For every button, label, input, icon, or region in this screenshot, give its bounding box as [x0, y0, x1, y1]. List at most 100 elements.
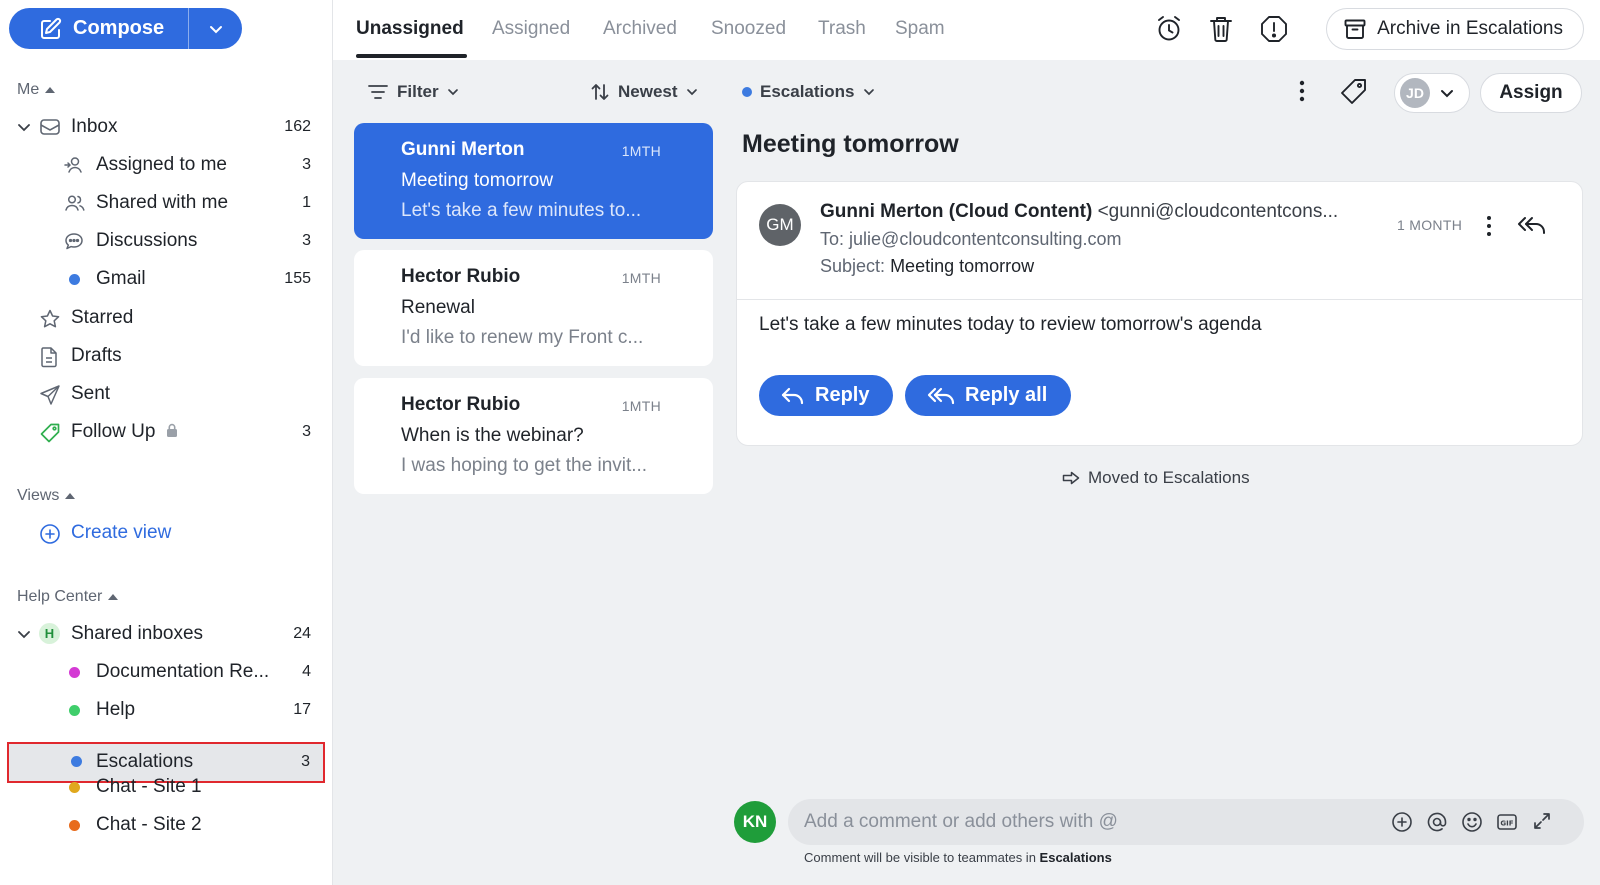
reply-all-icon[interactable] — [1517, 213, 1547, 239]
item-count: 3 — [302, 232, 311, 249]
sort-button[interactable]: Newest — [590, 82, 698, 102]
inbox-color-dot — [69, 274, 80, 285]
conversation-card[interactable]: Hector Rubio 1MTH Renewal I'd like to re… — [354, 250, 713, 366]
tag-icon[interactable] — [1339, 76, 1369, 106]
sidebar-item-chat-site-1[interactable]: Chat - Site 1 — [0, 769, 333, 805]
sidebar-item-gmail[interactable]: Gmail 155 — [0, 261, 333, 297]
more-vertical-icon[interactable] — [1291, 76, 1313, 106]
sidebar-item-starred[interactable]: Starred — [0, 300, 333, 336]
chevron-down-icon[interactable] — [17, 627, 31, 641]
activity-text: Moved to Escalations — [1088, 468, 1250, 487]
sidebar-item-follow-up[interactable]: Follow Up 3 — [0, 414, 333, 450]
chat-bubble-icon — [64, 231, 84, 251]
compose-dropdown-button[interactable] — [189, 8, 242, 49]
section-views-toggle[interactable]: Views — [17, 487, 76, 505]
sidebar-item-discussions[interactable]: Discussions 3 — [0, 223, 333, 259]
chevron-down-icon — [208, 21, 224, 37]
reply-label: Reply — [815, 384, 870, 406]
compose-button-group: Compose — [9, 8, 242, 49]
inbox-icon — [39, 117, 61, 137]
filter-button[interactable]: Filter — [367, 82, 459, 102]
sidebar-item-label: Sent — [71, 383, 111, 404]
card-time: 1MTH — [621, 143, 661, 159]
card-sender: Hector Rubio — [401, 266, 521, 287]
sidebar-item-chat-site-2[interactable]: Chat - Site 2 — [0, 807, 333, 843]
tab-unassigned[interactable]: Unassigned — [356, 18, 464, 40]
card-time: 1MTH — [621, 270, 661, 286]
spam-warning-icon[interactable] — [1259, 14, 1289, 44]
inbox-color-dot — [742, 87, 752, 97]
sort-arrows-icon — [590, 82, 610, 102]
send-icon — [39, 384, 61, 406]
card-preview: Let's take a few minutes to... — [401, 200, 642, 221]
chevron-down-icon — [1440, 86, 1454, 100]
inbox-color-dot — [69, 782, 80, 793]
mention-at-icon[interactable] — [1426, 811, 1448, 833]
gif-icon[interactable]: GIF — [1496, 811, 1518, 833]
message-to: To: julie@cloudcontentconsulting.com — [820, 229, 1121, 250]
move-arrow-icon — [1062, 471, 1080, 485]
reply-icon — [781, 385, 805, 407]
sidebar-item-help[interactable]: Help 17 — [0, 692, 333, 728]
section-views-label: Views — [17, 487, 60, 504]
expand-icon[interactable] — [1532, 811, 1552, 831]
assignee-dropdown[interactable]: JD — [1394, 73, 1470, 113]
sidebar-item-label: Documentation Re... — [96, 661, 270, 682]
assign-button[interactable]: Assign — [1480, 73, 1582, 113]
create-view-label: Create view — [71, 522, 172, 543]
tab-assigned[interactable]: Assigned — [492, 18, 570, 40]
item-count: 17 — [293, 701, 311, 718]
section-me-toggle[interactable]: Me — [17, 81, 56, 99]
reply-all-label: Reply all — [965, 384, 1048, 406]
sidebar-item-documentation-requests[interactable]: Documentation Re... 4 — [0, 654, 333, 690]
card-subject: Meeting tomorrow — [401, 170, 554, 191]
tab-trash[interactable]: Trash — [818, 18, 866, 40]
sidebar-item-drafts[interactable]: Drafts — [0, 338, 333, 374]
comment-input[interactable] — [804, 799, 1364, 845]
tab-snoozed[interactable]: Snoozed — [711, 18, 786, 40]
trash-icon[interactable] — [1207, 14, 1235, 44]
conversation-card[interactable]: Hector Rubio 1MTH When is the webinar? I… — [354, 378, 713, 494]
sidebar: Compose Me Inbox 162 Assigned to me 3 Sh… — [0, 0, 333, 885]
sidebar-item-shared-inboxes[interactable]: H Shared inboxes 24 — [0, 616, 333, 652]
sort-label: Newest — [618, 82, 678, 101]
reply-all-button[interactable]: Reply all — [905, 375, 1072, 416]
tab-spam[interactable]: Spam — [895, 18, 945, 40]
conversation-inbox-label: Escalations — [760, 82, 855, 101]
section-help-center-toggle[interactable]: Help Center — [17, 588, 119, 606]
main-area: Filter Newest Gunni Merton 1MTH Meeting … — [333, 60, 1600, 885]
card-subject: Renewal — [401, 297, 475, 318]
archive-in-escalations-button[interactable]: Archive in Escalations — [1326, 8, 1584, 50]
chevron-down-icon — [686, 86, 698, 98]
activity-moved-event: Moved to Escalations — [1062, 468, 1250, 488]
sidebar-item-label: Shared inboxes — [71, 623, 204, 644]
inbox-count: 162 — [284, 118, 311, 135]
sidebar-item-label: Starred — [71, 307, 134, 328]
assigned-user-icon — [64, 155, 84, 175]
reply-button[interactable]: Reply — [759, 375, 894, 416]
conversation-inbox-dropdown[interactable]: Escalations — [742, 82, 875, 102]
sender-avatar: GM — [759, 204, 801, 246]
sidebar-item-inbox[interactable]: Inbox 162 — [0, 109, 333, 145]
plus-circle-icon[interactable] — [1391, 811, 1413, 833]
lock-icon — [166, 423, 178, 438]
chevron-down-icon[interactable] — [17, 120, 31, 134]
sidebar-item-label: Drafts — [71, 345, 122, 366]
compose-button[interactable]: Compose — [9, 8, 188, 49]
conversation-card[interactable]: Gunni Merton 1MTH Meeting tomorrow Let's… — [354, 123, 713, 239]
snooze-alarm-icon[interactable] — [1154, 14, 1184, 44]
inbox-color-dot — [71, 756, 82, 767]
sidebar-item-label: Shared with me — [96, 192, 229, 213]
filter-lines-icon — [367, 83, 389, 101]
more-vertical-icon[interactable] — [1481, 213, 1497, 239]
card-subject: When is the webinar? — [401, 425, 584, 446]
sidebar-item-sent[interactable]: Sent — [0, 376, 333, 412]
tab-archived[interactable]: Archived — [603, 18, 677, 40]
filter-label: Filter — [397, 82, 439, 101]
sidebar-item-assigned-to-me[interactable]: Assigned to me 3 — [0, 147, 333, 183]
sender-name: Gunni Merton (Cloud Content) — [820, 201, 1093, 222]
assignee-avatar: JD — [1400, 78, 1430, 108]
sidebar-item-shared-with-me[interactable]: Shared with me 1 — [0, 185, 333, 221]
create-view-button[interactable]: Create view — [0, 515, 333, 551]
emoji-smile-icon[interactable] — [1461, 811, 1483, 833]
